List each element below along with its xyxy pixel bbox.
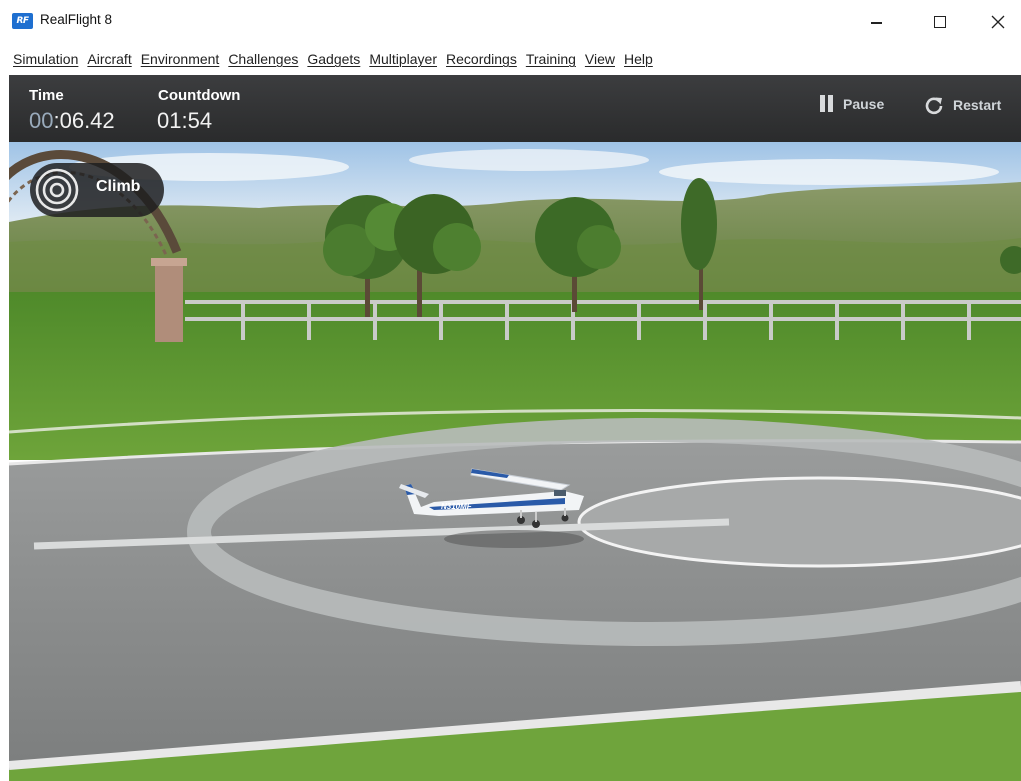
minimize-icon xyxy=(870,22,882,24)
menu-help[interactable]: Help xyxy=(620,48,658,73)
restart-label: Restart xyxy=(953,97,1002,113)
menu-simulation[interactable]: Simulation xyxy=(9,48,83,73)
close-button[interactable] xyxy=(975,4,1021,40)
scene-render: N310MF xyxy=(9,142,1021,781)
simulation-viewport[interactable]: N310MF xyxy=(9,142,1021,781)
close-icon xyxy=(991,15,1005,29)
pause-icon xyxy=(820,95,834,112)
time-value-prefix: 00 xyxy=(29,108,54,133)
menu-bar: Simulation Aircraft Environment Challeng… xyxy=(0,48,1021,73)
menu-environment[interactable]: Environment xyxy=(137,48,225,73)
menu-training[interactable]: Training xyxy=(522,48,581,73)
time-value-rest: :06.42 xyxy=(53,108,115,133)
menu-recordings[interactable]: Recordings xyxy=(442,48,522,73)
challenge-name: Climb xyxy=(96,178,141,195)
minimize-button[interactable] xyxy=(853,4,899,40)
maximize-icon xyxy=(934,16,946,28)
restart-button[interactable]: Restart xyxy=(924,95,1001,115)
menu-gadgets[interactable]: Gadgets xyxy=(303,48,365,73)
pause-label: Pause xyxy=(843,95,885,112)
challenge-hud: Time 00:06.42 Countdown 01:54 Pause Rest… xyxy=(9,75,1021,142)
target-icon xyxy=(35,168,79,212)
time-label: Time xyxy=(29,87,64,104)
aircraft-registration: N310MF xyxy=(441,502,473,511)
gate-pillar xyxy=(155,262,183,342)
countdown-label: Countdown xyxy=(158,87,241,104)
menu-view[interactable]: View xyxy=(581,48,620,73)
menu-aircraft[interactable]: Aircraft xyxy=(83,48,136,73)
menu-challenges[interactable]: Challenges xyxy=(224,48,303,73)
window-title: RealFlight 8 xyxy=(40,12,113,27)
restart-icon xyxy=(925,97,943,115)
countdown-value: 01:54 xyxy=(157,108,213,133)
app-logo-icon: RF xyxy=(12,13,33,29)
pause-button[interactable]: Pause xyxy=(820,95,884,112)
title-bar: RF RealFlight 8 xyxy=(0,0,1021,46)
menu-multiplayer[interactable]: Multiplayer xyxy=(365,48,442,73)
time-value: 00:06.42 xyxy=(29,108,115,134)
maximize-button[interactable] xyxy=(917,4,963,40)
